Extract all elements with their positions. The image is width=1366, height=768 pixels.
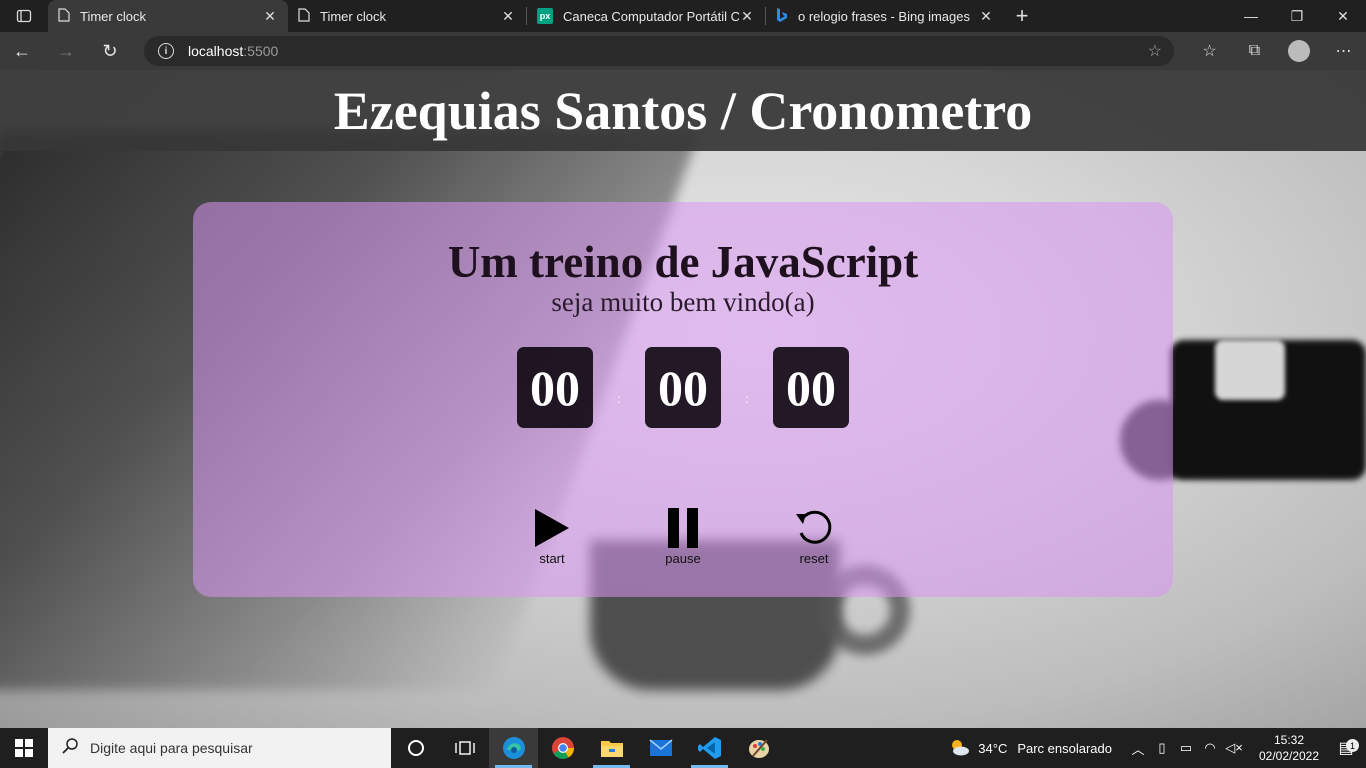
hours-display: 00 <box>517 347 593 428</box>
collections-icon[interactable]: ⧉ <box>1232 42 1277 60</box>
tab-bing-images[interactable]: o relogio frases - Bing images ✕ <box>766 0 1004 32</box>
page-viewport: Ezequias Santos / Cronometro Um treino d… <box>0 70 1366 728</box>
close-tab-icon[interactable]: ✕ <box>978 8 994 24</box>
tab-title: Timer clock <box>320 8 386 24</box>
notification-count-badge: 1 <box>1346 739 1359 752</box>
windows-start-icon[interactable] <box>0 728 48 768</box>
mail-icon[interactable] <box>636 728 685 768</box>
notification-center-icon[interactable]: ▤1 <box>1326 738 1366 758</box>
pause-button[interactable]: pause <box>643 507 723 566</box>
tab-actions-icon[interactable] <box>0 0 48 32</box>
start-label: start <box>539 551 565 566</box>
bing-icon <box>776 7 788 26</box>
close-tab-icon[interactable]: ✕ <box>739 8 755 24</box>
card-title: Um treino de JavaScript <box>447 237 919 287</box>
search-placeholder: Digite aqui para pesquisar <box>90 740 253 756</box>
browser-toolbar: ← → ↻ i localhost:5500 ☆ ☆ ⧉ ⋯ <box>0 32 1366 70</box>
toolbar-right-actions: ☆ ⧉ ⋯ <box>1187 32 1366 70</box>
profile-avatar-icon[interactable] <box>1288 40 1310 62</box>
back-arrow-icon[interactable]: ← <box>0 32 44 70</box>
windows-taskbar: Digite aqui para pesquisar 34°C Parc ens… <box>0 728 1366 768</box>
clock-time: 15:32 <box>1273 733 1305 747</box>
add-favorite-icon[interactable]: ☆ <box>1148 41 1162 61</box>
window-controls: — ❐ ✕ <box>1228 0 1366 32</box>
edge-browser-icon[interactable] <box>489 728 538 768</box>
reset-label: reset <box>799 551 829 566</box>
play-icon <box>535 509 569 547</box>
page-icon <box>58 7 70 25</box>
separator-minutes-seconds: : <box>745 392 749 406</box>
clock-date: 02/02/2022 <box>1258 749 1320 763</box>
tab-title: Timer clock <box>80 8 146 24</box>
new-tab-icon[interactable]: + <box>1004 0 1040 32</box>
site-info-icon[interactable]: i <box>158 43 174 59</box>
tab-title: o relogio frases - Bing images <box>798 8 970 24</box>
seconds-display: 00 <box>773 347 849 428</box>
weather-desc: Parc ensolarado <box>1017 740 1112 756</box>
reset-button[interactable]: reset <box>774 507 854 566</box>
reset-icon <box>796 510 832 544</box>
taskbar-clock[interactable]: 15:32 02/02/2022 <box>1252 732 1326 764</box>
close-tab-icon[interactable]: ✕ <box>500 8 516 24</box>
background-camera-top <box>1215 340 1285 400</box>
sun-cloud-icon <box>948 738 970 759</box>
close-tab-icon[interactable]: ✕ <box>262 8 278 24</box>
battery-icon[interactable]: ▭ <box>1174 740 1198 756</box>
pexels-icon: px <box>537 8 553 24</box>
tab-timer-clock-1[interactable]: Timer clock ✕ <box>48 0 288 32</box>
vscode-icon[interactable] <box>685 728 734 768</box>
taskbar-search-box[interactable]: Digite aqui para pesquisar <box>48 728 391 768</box>
tab-title: Caneca Computador Portátil Câm <box>563 8 739 24</box>
minutes-display: 00 <box>645 347 721 428</box>
forward-arrow-icon[interactable]: → <box>44 32 88 70</box>
pause-icon <box>668 508 698 548</box>
stopwatch-card: Um treino de JavaScript seja muito bem v… <box>193 202 1173 597</box>
browser-tab-bar: Timer clock ✕ Timer clock ✕ px Caneca Co… <box>0 0 1366 32</box>
favorites-icon[interactable]: ☆ <box>1187 41 1232 61</box>
chrome-icon[interactable] <box>538 728 587 768</box>
minimize-icon[interactable]: — <box>1228 0 1274 32</box>
cortana-icon[interactable] <box>391 728 440 768</box>
start-button[interactable]: start <box>512 507 592 566</box>
weather-temp: 34°C <box>978 740 1008 756</box>
tab-timer-clock-2[interactable]: Timer clock ✕ <box>288 0 526 32</box>
task-view-icon[interactable] <box>440 728 489 768</box>
tab-caneca[interactable]: px Caneca Computador Portátil Câm ✕ <box>527 0 765 32</box>
wifi-icon[interactable]: ◠ <box>1198 740 1222 756</box>
search-icon <box>62 737 78 759</box>
weather-widget[interactable]: 34°C Parc ensolarado <box>948 738 1112 759</box>
device-icon[interactable]: ▯ <box>1150 740 1174 756</box>
file-explorer-icon[interactable] <box>587 728 636 768</box>
page-title: Ezequias Santos / Cronometro <box>333 80 1033 141</box>
more-menu-icon[interactable]: ⋯ <box>1321 41 1366 61</box>
paint-icon[interactable] <box>734 728 783 768</box>
restore-icon[interactable]: ❐ <box>1274 0 1320 32</box>
page-icon <box>298 7 310 25</box>
card-subtitle: seja muito bem vindo(a) <box>551 287 815 317</box>
address-bar[interactable]: i localhost:5500 ☆ <box>144 36 1174 66</box>
pause-label: pause <box>665 551 701 566</box>
chevron-up-icon[interactable]: ︿ <box>1126 739 1150 758</box>
volume-muted-icon[interactable]: ◁× <box>1222 740 1246 756</box>
page-header: Ezequias Santos / Cronometro <box>0 70 1366 151</box>
url-text[interactable]: localhost:5500 <box>188 43 278 59</box>
refresh-icon[interactable]: ↻ <box>88 32 132 70</box>
system-tray: 34°C Parc ensolarado ︿ ▯ ▭ ◠ ◁× 15:32 02… <box>948 728 1366 768</box>
separator-hours-minutes: : <box>617 392 621 406</box>
close-window-icon[interactable]: ✕ <box>1320 0 1366 32</box>
